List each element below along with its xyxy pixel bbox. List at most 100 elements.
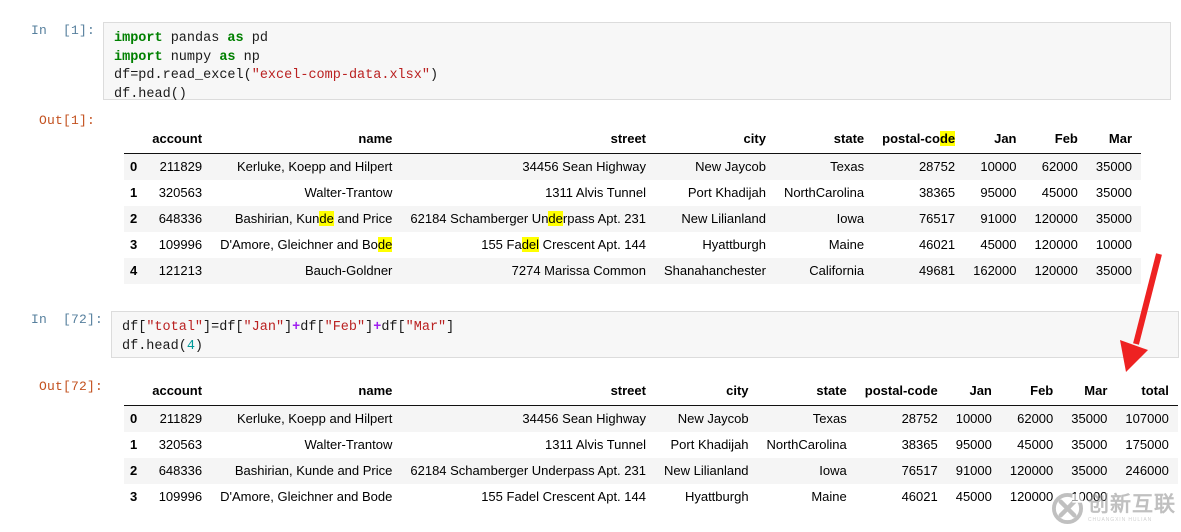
cell-city: New Jaycob — [655, 154, 775, 181]
table-header-row: account name street city state postal-co… — [124, 128, 1142, 154]
cell-account: 320563 — [143, 432, 211, 458]
cell-mar: 35000 — [1062, 432, 1116, 458]
cell-account-text: 109996 — [158, 489, 203, 504]
cell-street-text: 34456 Sean Highway — [522, 159, 647, 174]
cell-mar-text: 35000 — [1071, 411, 1108, 426]
code-bracket-close-2: ] — [365, 320, 374, 335]
cell-state-text: NorthCarolina — [766, 437, 847, 452]
cell-jan-text: 45000 — [980, 237, 1017, 252]
table-row: 2 648336 Bashirian, Kunde and Price 62184 S… — [124, 458, 1178, 484]
cell-account: 320563 — [143, 180, 211, 206]
code-module-numpy: numpy — [162, 49, 220, 65]
cell-name-text: Bauch-Goldner — [304, 263, 393, 278]
cell-jan: 45000 — [947, 484, 1001, 510]
cell-feb: 62000 — [1001, 406, 1062, 433]
cell-total-text: 246000 — [1125, 463, 1169, 478]
cell-street: 34456 Sean Highway — [401, 406, 655, 433]
cell-street-text: 62184 Schamberger Un — [410, 211, 549, 226]
code-cell-in-72[interactable]: In [72]: df["total"]=df["Jan"]+df["Feb"]… — [0, 311, 1181, 358]
dataframe-1-body: 0 211829 Kerluke, Koepp and Hilpert 34456 S… — [124, 153, 1142, 284]
code-editor-1[interactable]: import pandas as pd import numpy as np d… — [103, 22, 1171, 102]
cell-state-text: Maine — [811, 489, 847, 504]
table-row: 1 320563 Walter-Trantow 1311 Alvis Tunnel Po… — [124, 180, 1142, 206]
col-header-street: street — [401, 380, 655, 406]
cell-account-text: 211829 — [159, 411, 203, 426]
cell-postal-text: 76517 — [901, 463, 938, 478]
cell-jan-text: 91000 — [980, 211, 1017, 226]
out-prompt-1: Out[1]: — [38, 113, 95, 128]
code-string-mar: "Mar" — [405, 320, 447, 335]
cell-mar-text: 35000 — [1095, 159, 1133, 174]
cell-feb-text: 120000 — [1034, 237, 1078, 252]
cell-city-text: New Lilianland — [681, 211, 766, 226]
cell-mar-text: 10000 — [1071, 489, 1108, 504]
col-header-mar: Mar — [1062, 380, 1117, 406]
cell-street: 155 Fadel Crescent Apt. 144 — [401, 232, 655, 258]
cell-street-highlight: de — [548, 211, 563, 226]
cell-jan-text: 95000 — [980, 185, 1017, 200]
cell-state: Texas — [775, 154, 873, 181]
code-read-excel-call: df=pd.read_excel( — [114, 68, 252, 83]
cell-account-text: 211829 — [159, 159, 203, 174]
cell-feb-text: 45000 — [1017, 437, 1054, 452]
postal-code-plain: postal-co — [882, 131, 940, 146]
cell-name-text: Bashirian, Kunde and Price — [234, 463, 393, 478]
cell-feb-text: 45000 — [1041, 185, 1078, 200]
cell-feb: 120000 — [1026, 258, 1087, 284]
cell-total-text: 107000 — [1125, 411, 1169, 426]
cell-mar: 10000 — [1087, 232, 1141, 258]
cell-city: Port Khadijah — [655, 180, 775, 206]
cell-name: D'Amore, Gleichner and Bode — [211, 484, 401, 510]
cell-state-text: Texas — [812, 411, 847, 426]
cell-state-text: California — [809, 263, 865, 278]
col-header-jan: Jan — [964, 128, 1026, 154]
col-header-name: name — [211, 128, 402, 154]
cell-state: Maine — [758, 484, 856, 510]
code-head-call-pre: df.head( — [122, 338, 187, 354]
cell-account-text: 109996 — [158, 237, 203, 252]
col-header-feb: Feb — [1000, 380, 1063, 406]
cell-name-text: Walter-Trantow — [304, 437, 393, 452]
cell-name-text: Walter-Trantow — [304, 185, 393, 200]
cell-feb: 45000 — [1001, 432, 1062, 458]
cell-postal-text: 76517 — [918, 211, 956, 226]
cell-city: Hyattburgh — [655, 484, 758, 510]
cell-jan-text: 10000 — [955, 411, 992, 426]
cell-name-text: Kerluke, Koepp and Hilpert — [237, 159, 393, 174]
table-row: 1 320563 Walter-Trantow 1311 Alvis Tunnel Po… — [124, 432, 1178, 458]
cell-idx-text: 3 — [130, 489, 138, 504]
cell-jan: 91000 — [947, 458, 1001, 484]
cell-idx: 3 — [124, 484, 143, 510]
cell-idx-text: 0 — [130, 411, 138, 426]
cell-street: 155 Fadel Crescent Apt. 144 — [401, 484, 655, 510]
cell-postal-text: 49681 — [918, 263, 956, 278]
cell-state: California — [775, 258, 873, 284]
col-header-state: state — [757, 380, 856, 406]
col-header-account: account — [143, 128, 212, 154]
cell-idx: 3 — [124, 232, 143, 258]
code-keyword-as-2: as — [219, 49, 236, 65]
code-cell-in-1[interactable]: In [1]: import pandas as pd import numpy… — [0, 22, 1181, 102]
cell-total: 175000 — [1116, 432, 1177, 458]
code-paren-close: ) — [429, 68, 439, 83]
cell-idx-text: 0 — [130, 159, 138, 174]
cell-postal-text: 28752 — [901, 411, 938, 426]
cell-postal-text: 28752 — [918, 159, 956, 174]
cell-mar-text: 35000 — [1095, 185, 1133, 200]
cell-city: Shanahanchester — [655, 258, 775, 284]
cell-name-text: and Price — [333, 211, 393, 226]
cell-jan: 95000 — [964, 180, 1025, 206]
cell-state: NorthCarolina — [775, 180, 873, 206]
col-header-postal-code: postal-code — [855, 380, 947, 406]
code-editor-2[interactable]: df["total"]=df["Jan"]+df["Feb"]+df["Mar"… — [111, 311, 1179, 358]
cell-name: Bashirian, Kunde and Price — [211, 206, 401, 232]
cell-account: 211829 — [143, 406, 211, 433]
cell-idx-text: 2 — [130, 211, 138, 226]
in-prompt-1: In [1]: — [30, 23, 95, 38]
cell-mar-text: 35000 — [1071, 437, 1108, 452]
col-header-state: state — [774, 128, 874, 154]
cell-city-text: New Lilianland — [663, 463, 749, 478]
cell-mar-text: 35000 — [1095, 211, 1133, 226]
table-row: 4 121213 Bauch-Goldner 7274 Marissa Common S… — [124, 258, 1142, 284]
cell-city: Hyattburgh — [655, 232, 775, 258]
